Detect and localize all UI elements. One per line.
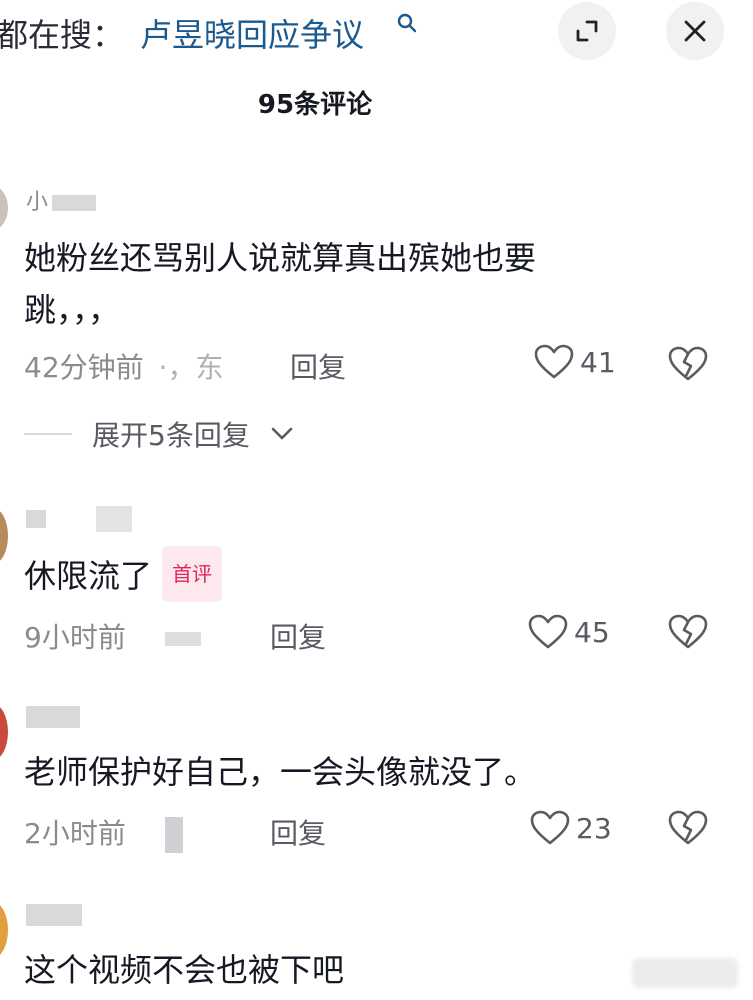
comment-meta: 42分钟前 ·，东 [24,346,223,386]
top-bar: 都在搜： 卢昱晓回应争议 [0,0,753,70]
avatar[interactable] [0,704,8,760]
heart-icon [528,614,568,649]
broken-heart-icon[interactable] [668,346,708,382]
comment-author[interactable] [26,704,80,729]
like-count: 41 [580,345,616,379]
like-button[interactable]: 23 [530,810,612,846]
comment-location: ·，东 [158,351,224,384]
watermark [632,958,738,988]
like-button[interactable]: 41 [534,344,616,380]
divider-line [24,433,72,435]
comment-time: 9小时前 [24,621,126,654]
broken-heart-icon[interactable] [668,810,708,846]
search-icon[interactable] [396,12,418,34]
close-button[interactable] [666,2,724,60]
like-count: 23 [576,811,612,845]
comment-text: 休限流了 首评 [24,546,624,606]
reply-button[interactable]: 回复 [270,616,326,656]
comment-time: 42分钟前 [24,351,144,384]
comment-text: 老师保护好自己，一会头像就没了。 [24,753,537,791]
comment-text: 这个视频不会也被下吧 [24,951,345,989]
search-suggestion-link[interactable]: 卢昱晓回应争议 [140,10,364,56]
comment-author[interactable]: 小 [26,184,97,216]
avatar[interactable] [0,186,8,230]
expand-button[interactable] [558,2,616,60]
reply-button[interactable]: 回复 [290,346,346,386]
reply-button[interactable]: 回复 [270,812,326,852]
comment-author[interactable] [26,506,132,532]
chevron-down-icon [271,427,293,440]
first-comment-badge: 首评 [162,546,223,602]
heart-icon [534,344,574,379]
heart-icon [530,810,570,845]
comment-meta: 9小时前 [24,616,201,656]
avatar[interactable] [0,508,8,564]
search-prefix: 都在搜： [0,16,125,54]
broken-heart-icon[interactable] [668,614,708,650]
expand-replies-label: 展开5条回复 [92,419,250,452]
comment-author[interactable] [26,902,82,927]
comment-meta: 2小时前 [24,812,183,853]
like-button[interactable]: 45 [528,614,610,650]
close-icon [684,20,706,42]
comment-text: 她粉丝还骂别人说就算真出殡她也要跳，，， [24,239,537,329]
expand-replies-button[interactable]: 展开5条回复 [24,414,294,454]
avatar[interactable] [0,902,8,958]
expand-icon [576,20,598,42]
like-count: 45 [574,615,610,649]
comments-count-title: 95条评论 [257,90,373,120]
comment-time: 2小时前 [24,817,126,850]
